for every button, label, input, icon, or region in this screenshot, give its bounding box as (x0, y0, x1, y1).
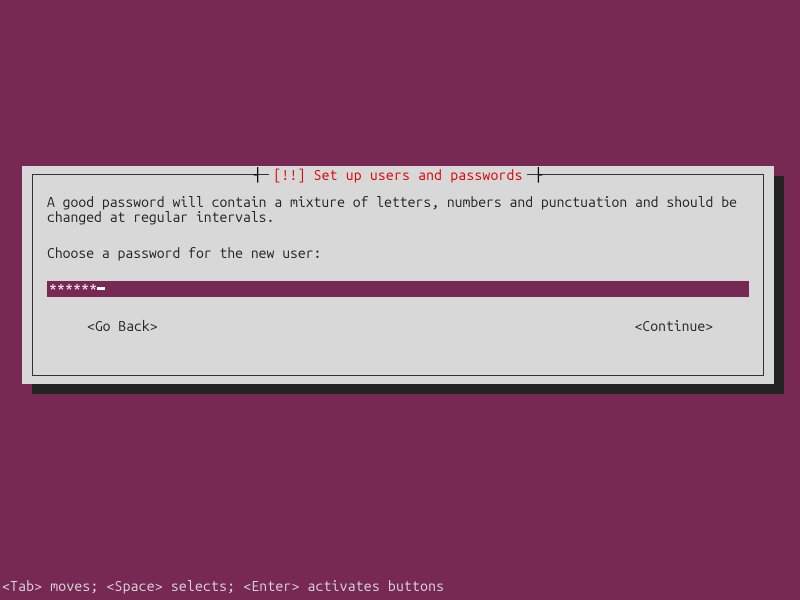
dialog-inner-border: ┤ [!!] Set up users and passwords ├ A go… (32, 174, 764, 376)
dialog-title-wrap: ┤ [!!] Set up users and passwords ├ (33, 167, 763, 183)
password-input[interactable]: ****** (47, 281, 749, 297)
footer-hint: <Tab> moves; <Space> selects; <Enter> ac… (2, 578, 444, 594)
dialog-content: A good password will contain a mixture o… (33, 175, 763, 344)
password-masked-value: ****** (49, 282, 97, 297)
go-back-button[interactable]: <Go Back> (87, 319, 158, 334)
dialog-buttons: <Go Back> <Continue> (47, 319, 749, 334)
dialog-title: [!!] Set up users and passwords (269, 167, 526, 183)
password-prompt: Choose a password for the new user: (47, 246, 749, 261)
dialog-box: ┤ [!!] Set up users and passwords ├ A go… (22, 166, 774, 384)
continue-button[interactable]: <Continue> (635, 319, 713, 334)
dialog-description: A good password will contain a mixture o… (47, 195, 749, 224)
text-cursor-icon (97, 287, 105, 290)
